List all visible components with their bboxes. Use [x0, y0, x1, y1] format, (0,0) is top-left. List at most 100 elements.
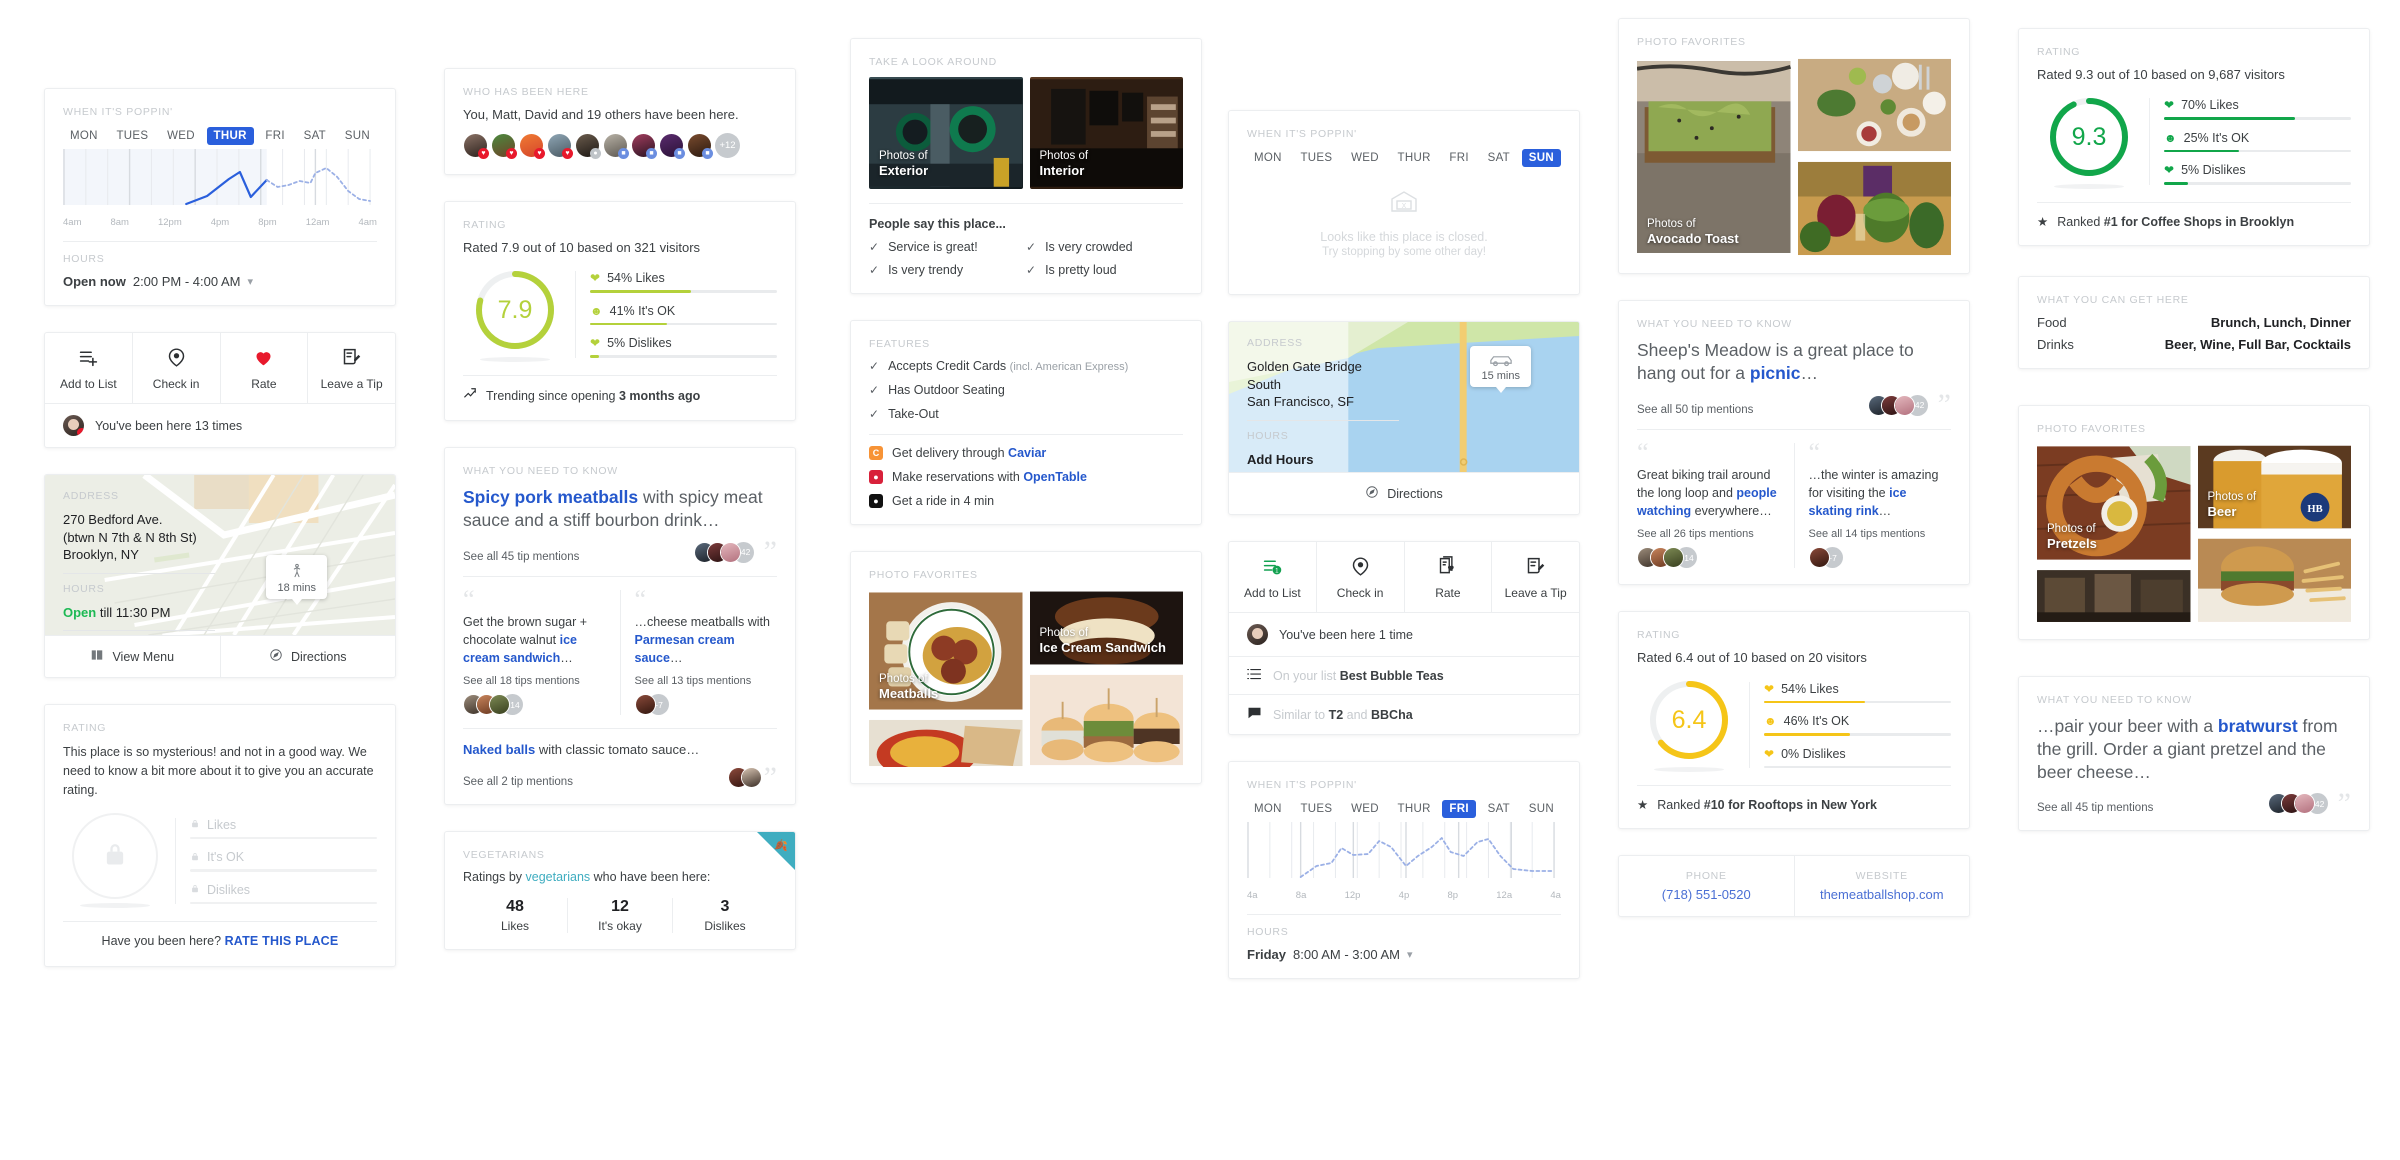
avatar[interactable] — [1808, 547, 1830, 569]
caviar-link[interactable]: Caviar — [1008, 446, 1046, 460]
opentable-link[interactable]: OpenTable — [1023, 470, 1087, 484]
tip-avatar-stack[interactable]: +7 — [1808, 547, 1952, 569]
photo-meatballs[interactable]: Photos of Meatballs — [869, 590, 1023, 712]
day-tab-sun[interactable]: SUN — [1521, 149, 1561, 167]
day-tab-tues[interactable]: TUES — [109, 127, 155, 145]
add-to-list-button[interactable]: 1 Add to List — [1229, 542, 1317, 612]
photo-table-spread[interactable] — [1797, 57, 1951, 153]
tip-avatar-stack[interactable]: +14 — [463, 694, 606, 716]
photo-drinks[interactable] — [1797, 160, 1951, 257]
directions-button[interactable]: Directions — [221, 636, 396, 677]
photo-extra-4[interactable] — [2197, 537, 2351, 623]
tip-avatar-stack[interactable]: +7 — [634, 694, 778, 716]
walk-time-pin[interactable]: 18 mins — [266, 555, 327, 605]
avatar[interactable] — [2293, 793, 2315, 815]
day-tab-mon[interactable]: MON — [63, 127, 105, 145]
rate-button[interactable]: Rate — [221, 333, 309, 403]
tip-headline-highlight[interactable]: bratwurst — [2218, 716, 2298, 736]
avatar[interactable]: ♥ — [491, 133, 517, 159]
day-tabs[interactable]: MON TUES WED THUR FRI SAT SUN — [1247, 149, 1561, 167]
on-your-list-row[interactable]: On your list Best Bubble Teas — [1229, 656, 1579, 694]
avatar[interactable]: ♥ — [547, 133, 573, 159]
tip-avatar-stack[interactable]: +42 — [2267, 793, 2328, 815]
photo-beer[interactable]: HB Photos of Beer — [2197, 444, 2351, 530]
view-menu-button[interactable]: View Menu — [45, 636, 221, 677]
day-tab-tues[interactable]: TUES — [1293, 800, 1339, 818]
drive-time-pin[interactable]: 15 mins — [1470, 346, 1531, 393]
website-url[interactable]: themeatballshop.com — [1801, 887, 1964, 902]
day-tab-sat[interactable]: SAT — [297, 127, 333, 145]
directions-button[interactable]: Directions — [1229, 473, 1579, 514]
day-tab-fri[interactable]: FRI — [258, 127, 291, 145]
hours-row[interactable]: Open now 2:00 PM - 4:00 AM ▾ — [63, 274, 377, 289]
see-all-tips-link[interactable]: See all 13 tips mentions — [635, 675, 778, 687]
map-preview[interactable]: ADDRESS Golden Gate Bridge South San Fra… — [1229, 322, 1579, 472]
website-block[interactable]: WEBSITE themeatballshop.com — [1795, 856, 1970, 916]
rate-this-place-link[interactable]: RATE THIS PLACE — [225, 934, 339, 948]
day-tab-wed[interactable]: WED — [1344, 149, 1386, 167]
avatar-overflow-count[interactable]: +12 — [715, 133, 740, 158]
similar-place-1[interactable]: T2 — [1329, 708, 1344, 722]
photo-exterior[interactable]: Photos of Exterior — [869, 77, 1023, 189]
avatar[interactable]: ■ — [659, 133, 685, 159]
day-tab-thur[interactable]: THUR — [206, 127, 254, 145]
avatar[interactable] — [719, 541, 741, 563]
photo-extra-2[interactable] — [1029, 673, 1183, 767]
photo-interior[interactable]: Photos of Interior — [1029, 77, 1183, 189]
photo-ice-cream-sandwich[interactable]: Photos of Ice Cream Sandwich — [1029, 590, 1183, 666]
check-in-button[interactable]: Check in — [133, 333, 221, 403]
day-tab-sat[interactable]: SAT — [1481, 800, 1517, 818]
friend-avatars[interactable]: ♥ ♥ ♥ ♥ ● ■ ■ ■ ■ +12 — [463, 133, 777, 159]
day-tab-fri[interactable]: FRI — [1442, 800, 1476, 818]
tip-headline-highlight[interactable]: picnic — [1750, 363, 1801, 383]
day-tab-tues[interactable]: TUES — [1293, 149, 1339, 167]
day-tab-fri[interactable]: FRI — [1442, 149, 1475, 167]
day-tab-sun[interactable]: SUN — [338, 127, 377, 145]
leave-a-tip-button[interactable]: Leave a Tip — [308, 333, 395, 403]
service-uber[interactable]: ● Get a ride in 4 min — [869, 494, 1183, 508]
see-all-tips-link[interactable]: See all 18 tips mentions — [463, 675, 606, 687]
see-all-tips-link[interactable]: See all 45 tip mentions — [2037, 802, 2153, 814]
avatar[interactable]: ■ — [603, 133, 629, 159]
tip-text-highlight[interactable]: Parmesan cream sauce — [635, 633, 735, 665]
add-hours-link[interactable]: Add Hours — [1247, 451, 1561, 469]
chevron-down-icon[interactable]: ▾ — [248, 275, 254, 288]
tip-headline-highlight[interactable]: Spicy pork meatballs — [463, 487, 638, 507]
tip-avatar-stack[interactable]: +14 — [1637, 547, 1780, 569]
avatar[interactable]: ♥ — [519, 133, 545, 159]
day-tab-thur[interactable]: THUR — [1391, 149, 1438, 167]
rate-button[interactable]: Rate — [1405, 542, 1493, 612]
avatar[interactable] — [634, 694, 656, 716]
avatar[interactable]: ■ — [687, 133, 713, 159]
day-tab-wed[interactable]: WED — [1344, 800, 1386, 818]
day-tabs[interactable]: MON TUES WED THUR FRI SAT SUN — [1247, 800, 1561, 818]
see-all-tips-link[interactable]: See all 14 tips mentions — [1809, 528, 1952, 540]
tip-avatar-stack[interactable] — [727, 767, 762, 789]
chevron-down-icon[interactable]: ▾ — [1407, 948, 1413, 961]
add-to-list-button[interactable]: Add to List — [45, 333, 133, 403]
similar-place-2[interactable]: BBCha — [1371, 708, 1413, 722]
list-name[interactable]: Best Bubble Teas — [1340, 669, 1444, 683]
avatar[interactable]: ■ — [631, 133, 657, 159]
see-all-tips-link[interactable]: See all 26 tips mentions — [1637, 528, 1780, 540]
photo-pretzels[interactable]: Photos of Pretzels — [2037, 444, 2191, 562]
day-tab-sun[interactable]: SUN — [1522, 800, 1561, 818]
photo-extra-1[interactable] — [869, 719, 1023, 767]
hours-row[interactable]: Friday 8:00 AM - 3:00 AM ▾ — [1247, 947, 1561, 962]
check-in-button[interactable]: Check in — [1317, 542, 1405, 612]
day-tabs[interactable]: MON TUES WED THUR FRI SAT SUN — [63, 127, 377, 145]
day-tab-wed[interactable]: WED — [160, 127, 202, 145]
similar-places-row[interactable]: Similar to T2 and BBCha — [1229, 694, 1579, 734]
photo-extra-3[interactable] — [2037, 569, 2191, 623]
tip-avatar-stack[interactable]: +42 — [693, 541, 754, 563]
photo-avocado-toast[interactable]: Photos of Avocado Toast — [1637, 57, 1791, 257]
day-tab-mon[interactable]: MON — [1247, 149, 1289, 167]
avatar[interactable] — [1893, 394, 1915, 416]
service-caviar[interactable]: C Get delivery through Caviar — [869, 446, 1183, 460]
map-preview[interactable]: ADDRESS 270 Bedford Ave. (btwn N 7th & N… — [45, 475, 395, 635]
leave-a-tip-button[interactable]: Leave a Tip — [1492, 542, 1579, 612]
see-all-tips-link[interactable]: See all 2 tip mentions — [463, 776, 573, 788]
day-tab-thur[interactable]: THUR — [1391, 800, 1438, 818]
phone-block[interactable]: PHONE (718) 551-0520 — [1619, 856, 1795, 917]
avatar[interactable]: ● — [575, 133, 601, 159]
